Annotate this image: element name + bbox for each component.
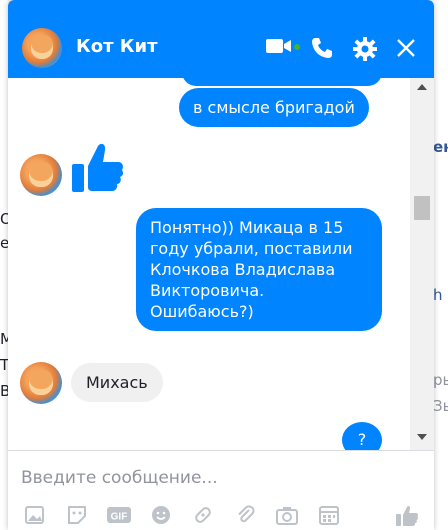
left-background-panel — [0, 0, 8, 530]
contact-avatar-small[interactable] — [20, 362, 62, 404]
game-icon[interactable] — [190, 504, 216, 530]
like-sticker-icon[interactable] — [70, 140, 126, 200]
bg-fragment: Зь — [433, 397, 448, 415]
online-status-icon — [294, 44, 300, 50]
video-call-icon[interactable] — [266, 36, 292, 60]
camera-icon[interactable] — [274, 504, 300, 530]
svg-text:GIF: GIF — [111, 512, 128, 523]
contact-avatar-small[interactable] — [20, 154, 62, 196]
gif-icon[interactable]: GIF — [106, 504, 132, 530]
bg-fragment: ен — [433, 138, 448, 156]
scrollbar-thumb[interactable] — [414, 196, 430, 220]
contact-avatar[interactable] — [22, 28, 62, 68]
emoji-icon[interactable] — [148, 504, 174, 530]
bg-fragment: ры — [433, 371, 448, 389]
scroll-up-icon[interactable] — [417, 84, 427, 90]
incoming-message[interactable]: Михась — [71, 363, 163, 402]
settings-gear-icon[interactable] — [352, 36, 378, 66]
chat-window: Кот Кит в смысле бригадой Понятно)) Мика… — [8, 0, 434, 530]
contact-name[interactable]: Кот Кит — [76, 36, 158, 57]
chat-header[interactable]: Кот Кит — [8, 0, 434, 78]
scroll-down-icon[interactable] — [417, 434, 427, 440]
attachment-icon[interactable] — [232, 504, 258, 530]
message-list: в смысле бригадой Понятно)) Микаца в 15 … — [8, 78, 408, 450]
close-icon[interactable] — [396, 38, 416, 62]
message-input[interactable]: Введите сообщение... — [21, 468, 218, 488]
sticker-icon[interactable] — [64, 504, 90, 530]
phone-icon[interactable] — [310, 36, 334, 64]
outgoing-message[interactable] — [182, 78, 382, 86]
photo-icon[interactable] — [22, 504, 48, 530]
like-icon[interactable] — [394, 504, 420, 530]
calendar-icon[interactable] — [316, 504, 342, 530]
outgoing-message[interactable]: в смысле бригадой — [179, 88, 369, 127]
outgoing-message[interactable]: Понятно)) Микаца в 15 году убрали, поста… — [136, 208, 382, 331]
scrollbar[interactable] — [410, 78, 434, 450]
bg-fragment: h — [433, 286, 443, 304]
outgoing-message[interactable]: ? — [342, 422, 382, 450]
